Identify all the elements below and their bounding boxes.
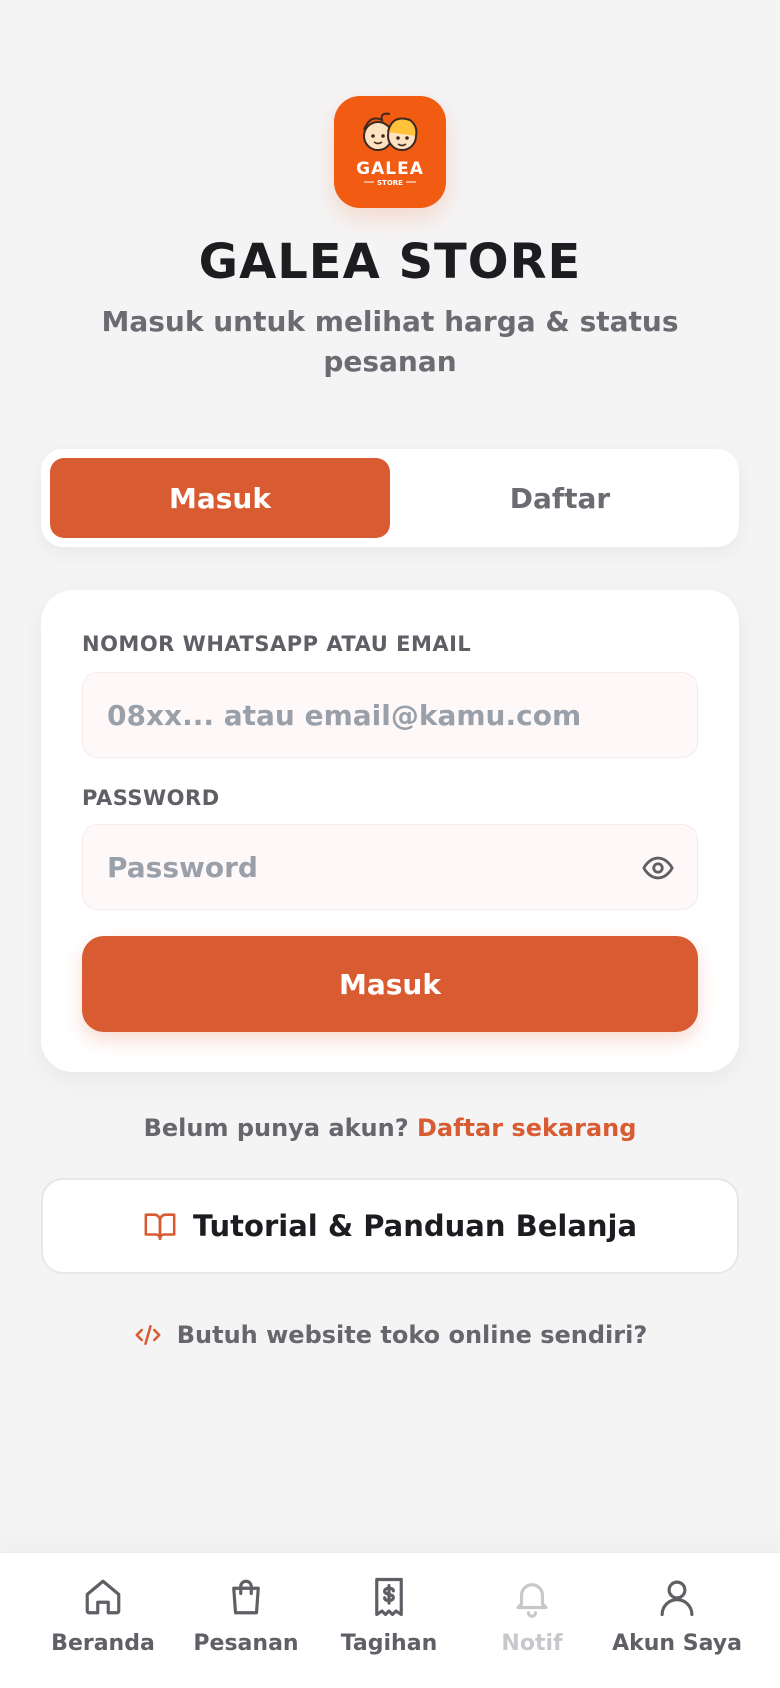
receipt-icon <box>375 1577 403 1617</box>
login-page: GALEA STORE GALEA STORE Masuk untuk meli… <box>0 0 780 1688</box>
logo-subword: STORE <box>377 179 403 187</box>
bell-icon <box>516 1583 548 1618</box>
home-icon <box>85 1579 121 1615</box>
nav-item-notif[interactable]: Notif <box>454 1573 610 1669</box>
nav-item-akun-saya[interactable]: Akun Saya <box>599 1573 755 1669</box>
website-promo-label: Butuh website toko online sendiri? <box>176 1321 648 1349</box>
nav-label-beranda: Beranda <box>51 1631 155 1656</box>
password-visibility-toggle[interactable] <box>639 849 677 887</box>
website-promo-link[interactable]: Butuh website toko online sendiri? <box>0 1320 780 1350</box>
nav-item-pesanan[interactable]: Pesanan <box>168 1573 324 1669</box>
logo-mascot-icon: GALEA STORE <box>356 112 424 187</box>
page-title: GALEA STORE <box>198 234 582 290</box>
tutorial-button[interactable]: Tutorial & Panduan Belanja <box>41 1178 739 1274</box>
password-field-container <box>82 824 698 910</box>
nav-item-beranda[interactable]: Beranda <box>25 1573 181 1669</box>
code-icon <box>135 1325 161 1345</box>
identifier-field-container <box>82 672 698 758</box>
password-input[interactable] <box>107 825 647 909</box>
user-icon <box>660 1580 694 1617</box>
nav-label-notif: Notif <box>501 1631 563 1656</box>
page-subtitle: Masuk untuk melihat harga & status pesan… <box>101 305 679 378</box>
tab-register[interactable]: Daftar <box>390 458 730 538</box>
brand-logo: GALEA STORE <box>334 96 446 208</box>
tutorial-label: Tutorial & Panduan Belanja <box>192 1209 638 1243</box>
nav-label-tagihan: Tagihan <box>340 1631 438 1656</box>
identifier-label: NOMOR WHATSAPP ATAU EMAIL <box>82 632 472 656</box>
register-prompt: Belum punya akun? Daftar sekarang <box>0 1114 780 1142</box>
logo-wordmark: GALEA <box>356 159 424 179</box>
login-form-card: NOMOR WHATSAPP ATAU EMAIL PASSWORD Masuk <box>41 590 739 1072</box>
nav-label-akun-saya: Akun Saya <box>612 1631 742 1656</box>
identifier-input[interactable] <box>107 673 647 757</box>
register-now-link[interactable]: Daftar sekarang <box>417 1114 636 1142</box>
login-submit-button[interactable]: Masuk <box>82 936 698 1032</box>
register-prompt-text: Belum punya akun? <box>143 1114 417 1142</box>
bottom-navigation: Beranda Pesanan Tagihan Notif Akun Saya <box>0 1552 780 1688</box>
book-open-icon <box>144 1213 176 1241</box>
nav-item-tagihan[interactable]: Tagihan <box>311 1573 467 1669</box>
eye-icon <box>642 856 674 880</box>
tab-login[interactable]: Masuk <box>50 458 390 538</box>
nav-label-pesanan: Pesanan <box>193 1631 299 1656</box>
shopping-bag-icon <box>232 1579 260 1615</box>
password-label: PASSWORD <box>82 786 220 810</box>
auth-tabs: Masuk Daftar <box>41 449 739 547</box>
